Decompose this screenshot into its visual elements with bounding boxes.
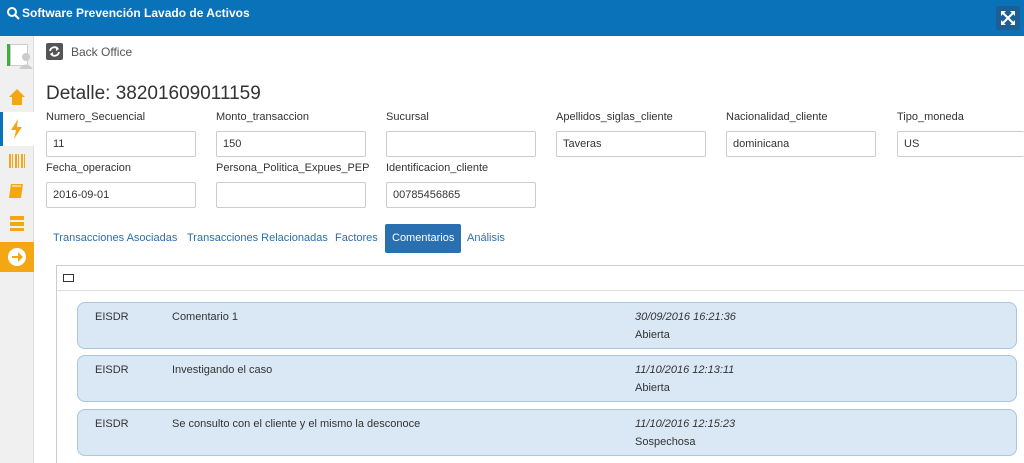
sidebar-item-activity[interactable] [0, 112, 34, 146]
tab-transacciones-asociadas[interactable]: Transacciones Asociadas [46, 224, 184, 253]
field-label: Apellidos_siglas_cliente [556, 111, 673, 123]
field-label: Sucursal [386, 111, 429, 123]
identificacion-cliente-input[interactable]: 00785456865 [386, 182, 536, 208]
comment-date: 11/10/2016 12:13:11 [635, 364, 735, 376]
book-icon [9, 184, 23, 198]
persona-politica-expues-pep-input[interactable] [216, 182, 366, 208]
app-header: Software Prevención Lavado de Activos [0, 0, 1024, 36]
monto-transaccion-input[interactable]: 150 [216, 131, 366, 157]
app-title: Software Prevención Lavado de Activos [22, 6, 250, 20]
comment-date: 11/10/2016 12:15:23 [635, 418, 736, 430]
field-persona-politica-expues-pep: Persona_Politica_Expues_PEP [216, 162, 370, 208]
field-nacionalidad-cliente: Nacionalidad_cliente dominicana [726, 111, 876, 157]
comment-user: EISDR [95, 364, 129, 376]
sucursal-input[interactable] [386, 131, 536, 157]
comment-item: EISDR Investigando el caso 11/10/2016 12… [77, 355, 1017, 402]
breadcrumb-label[interactable]: Back Office [71, 45, 132, 59]
field-monto-transaccion: Monto_transaccion 150 [216, 111, 366, 157]
refresh-button[interactable] [46, 43, 63, 60]
panel-header [57, 266, 1024, 291]
panel-icon[interactable] [63, 274, 74, 282]
field-label: Numero_Secuencial [46, 111, 146, 123]
field-label: Persona_Politica_Expues_PEP [216, 162, 370, 174]
comment-text: Investigando el caso [172, 364, 273, 376]
comment-item: EISDR Comentario 1 30/09/2016 16:21:36 A… [77, 302, 1017, 349]
comment-user: EISDR [95, 311, 129, 323]
field-sucursal: Sucursal [386, 111, 536, 157]
sidebar-item-home[interactable] [0, 82, 34, 112]
page-title: Detalle: 38201609011159 [46, 83, 261, 104]
comment-user: EISDR [95, 418, 129, 430]
tab-factores[interactable]: Factores [328, 224, 385, 253]
comment-text: Comentario 1 [172, 311, 239, 323]
magnifier-icon [7, 7, 20, 20]
field-label: Tipo_moneda [897, 111, 964, 123]
tab-comentarios[interactable]: Comentarios [385, 224, 462, 253]
comment-status: Abierta [635, 382, 670, 394]
sidebar-item-navigate[interactable] [0, 242, 34, 272]
lightning-icon [11, 119, 22, 139]
comment-status: Sospechosa [635, 436, 696, 448]
barcode-icon [9, 154, 25, 168]
fullscreen-button[interactable] [996, 6, 1020, 30]
field-identificacion-cliente: Identificacion_cliente 00785456865 [386, 162, 536, 208]
comment-status: Abierta [635, 329, 670, 341]
fullscreen-icon [1001, 11, 1015, 25]
home-icon [9, 89, 25, 105]
field-tipo-moneda: Tipo_moneda US [897, 111, 1024, 157]
tab-transacciones-relacionadas[interactable]: Transacciones Relacionadas [180, 224, 335, 253]
field-label: Nacionalidad_cliente [726, 111, 828, 123]
tipo-moneda-input[interactable]: US [897, 131, 1024, 157]
tab-analisis[interactable]: Análisis [460, 224, 512, 253]
user-avatar-icon [10, 44, 33, 69]
nacionalidad-cliente-input[interactable]: dominicana [726, 131, 876, 157]
refresh-icon [49, 46, 60, 57]
field-label: Fecha_operacion [46, 162, 132, 174]
field-label: Identificacion_cliente [386, 162, 489, 174]
sidebar-item-book[interactable] [0, 176, 34, 206]
comment-date: 30/09/2016 16:21:36 [635, 311, 736, 323]
field-label: Monto_transaccion [216, 111, 309, 123]
numero-secuencial-input[interactable]: 11 [46, 131, 196, 157]
field-numero-secuencial: Numero_Secuencial 11 [46, 111, 196, 157]
field-apellidos-siglas-cliente: Apellidos_siglas_cliente Taveras [556, 111, 706, 157]
comments-panel: EISDR Comentario 1 30/09/2016 16:21:36 A… [56, 265, 1024, 463]
apellidos-siglas-cliente-input[interactable]: Taveras [556, 131, 706, 157]
sidebar-item-list[interactable] [0, 208, 34, 238]
main-content: Back Office Detalle: 38201609011159 Nume… [34, 36, 1024, 463]
arrow-right-icon [8, 248, 26, 266]
fecha-operacion-input[interactable]: 2016-09-01 [46, 182, 196, 208]
comment-text: Se consulto con el cliente y el mismo la… [172, 418, 421, 430]
field-fecha-operacion: Fecha_operacion 2016-09-01 [46, 162, 196, 208]
sidebar [0, 36, 34, 463]
sidebar-item-barcode[interactable] [0, 146, 34, 176]
sidebar-item-user[interactable] [0, 40, 34, 70]
list-icon [10, 216, 24, 231]
comment-item: EISDR Se consulto con el cliente y el mi… [77, 409, 1017, 456]
